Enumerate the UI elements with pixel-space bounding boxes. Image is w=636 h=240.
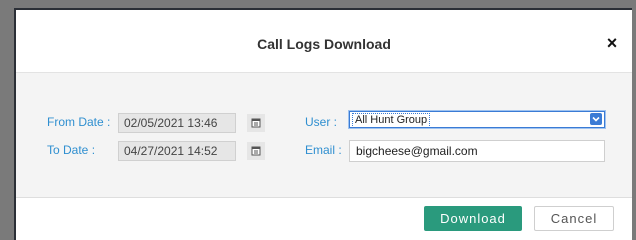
call-logs-download-dialog: Call Logs Download × From Date : 02/05/2…	[14, 8, 632, 240]
download-button[interactable]: Download	[424, 206, 522, 231]
user-label: User :	[305, 115, 338, 129]
from-date-calendar-icon[interactable]	[247, 114, 265, 132]
user-select-value: All Hunt Group	[352, 113, 431, 128]
from-date-field[interactable]: 02/05/2021 13:46	[118, 113, 236, 133]
to-date-label: To Date :	[47, 143, 96, 157]
dialog-body: From Date : 02/05/2021 13:46 To Date : 0…	[16, 73, 632, 198]
cancel-button[interactable]: Cancel	[534, 206, 614, 231]
user-select[interactable]: All Hunt Group	[348, 110, 606, 129]
email-label: Email :	[305, 143, 342, 157]
email-field[interactable]: bigcheese@gmail.com	[349, 140, 605, 162]
close-icon[interactable]: ×	[604, 34, 620, 52]
to-date-field[interactable]: 04/27/2021 14:52	[118, 141, 236, 161]
from-date-label: From Date :	[47, 115, 111, 129]
to-date-calendar-icon[interactable]	[247, 142, 265, 160]
dialog-header: Call Logs Download ×	[16, 10, 632, 73]
dialog-title: Call Logs Download	[257, 36, 391, 52]
chevron-down-icon	[590, 113, 602, 125]
